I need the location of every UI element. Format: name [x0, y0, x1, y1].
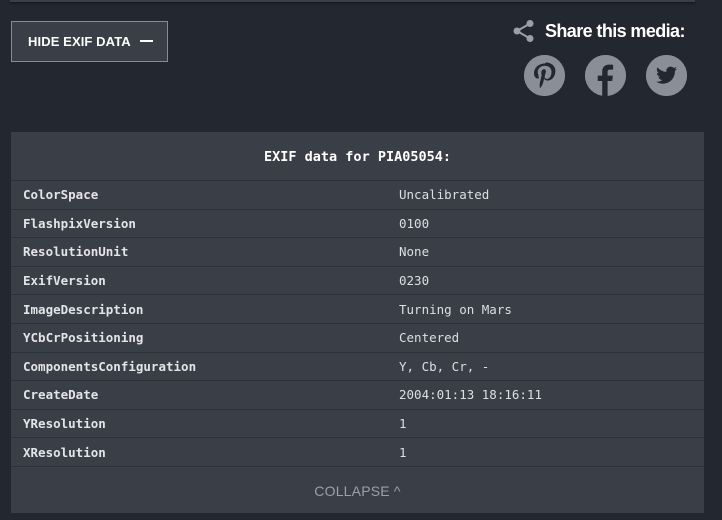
- hide-exif-label: HIDE EXIF DATA: [28, 34, 131, 49]
- exif-value: 0230: [399, 273, 430, 289]
- exif-table: ColorSpace Uncalibrated FlashpixVersion 010…: [11, 181, 704, 467]
- exif-row: YCbCrPositioning Centered: [11, 324, 704, 353]
- exif-row: FlashpixVersion 0100: [11, 210, 704, 239]
- exif-key: FlashpixVersion: [23, 215, 136, 231]
- exif-row: ExifVersion 0230: [11, 267, 704, 296]
- exif-value: 2004:01:13 18:16:11: [399, 387, 542, 403]
- exif-row: ImageDescription Turning on Mars: [11, 295, 704, 324]
- previous-card-edge: [10, 0, 695, 2]
- exif-row: CreateDate 2004:01:13 18:16:11: [11, 381, 704, 410]
- exif-value: Y, Cb, Cr, -: [399, 358, 490, 374]
- facebook-share-button[interactable]: [585, 55, 626, 96]
- exif-value: Centered: [399, 330, 460, 346]
- exif-row: ComponentsConfiguration Y, Cb, Cr, -: [11, 353, 704, 382]
- exif-row: ColorSpace Uncalibrated: [11, 181, 704, 210]
- exif-key: YResolution: [23, 416, 106, 432]
- facebook-icon: [585, 55, 626, 96]
- exif-panel: EXIF data for PIA05054: ColorSpace Uncali…: [11, 132, 704, 513]
- twitter-share-button[interactable]: [646, 55, 687, 96]
- exif-value: Uncalibrated: [399, 187, 490, 203]
- exif-value: 1: [399, 444, 407, 460]
- pinterest-share-button[interactable]: [524, 55, 565, 96]
- exif-row: XResolution 1: [11, 438, 704, 467]
- exif-key: YCbCrPositioning: [23, 330, 144, 346]
- exif-title: EXIF data for PIA05054:: [11, 132, 704, 181]
- share-heading: Share this media:: [512, 19, 685, 43]
- exif-key: ImageDescription: [23, 301, 144, 317]
- hide-exif-button[interactable]: HIDE EXIF DATA: [11, 21, 168, 62]
- share-title: Share this media:: [545, 20, 685, 41]
- pinterest-icon: [524, 55, 565, 96]
- exif-key: ResolutionUnit: [23, 244, 129, 260]
- twitter-icon: [646, 55, 687, 96]
- minus-icon: [139, 39, 153, 42]
- exif-value: 1: [399, 416, 407, 432]
- exif-value: 0100: [399, 215, 430, 231]
- exif-key: CreateDate: [23, 387, 99, 403]
- share-icon: [513, 20, 534, 42]
- exif-row: YResolution 1: [11, 410, 704, 439]
- exif-row: ResolutionUnit None: [11, 238, 704, 267]
- collapse-button[interactable]: COLLAPSE ^: [11, 483, 704, 499]
- exif-key: ExifVersion: [23, 273, 106, 289]
- exif-key: ComponentsConfiguration: [23, 358, 197, 374]
- exif-value: Turning on Mars: [399, 301, 512, 317]
- exif-key: ColorSpace: [23, 187, 99, 203]
- exif-key: XResolution: [23, 444, 106, 460]
- exif-value: None: [399, 244, 430, 260]
